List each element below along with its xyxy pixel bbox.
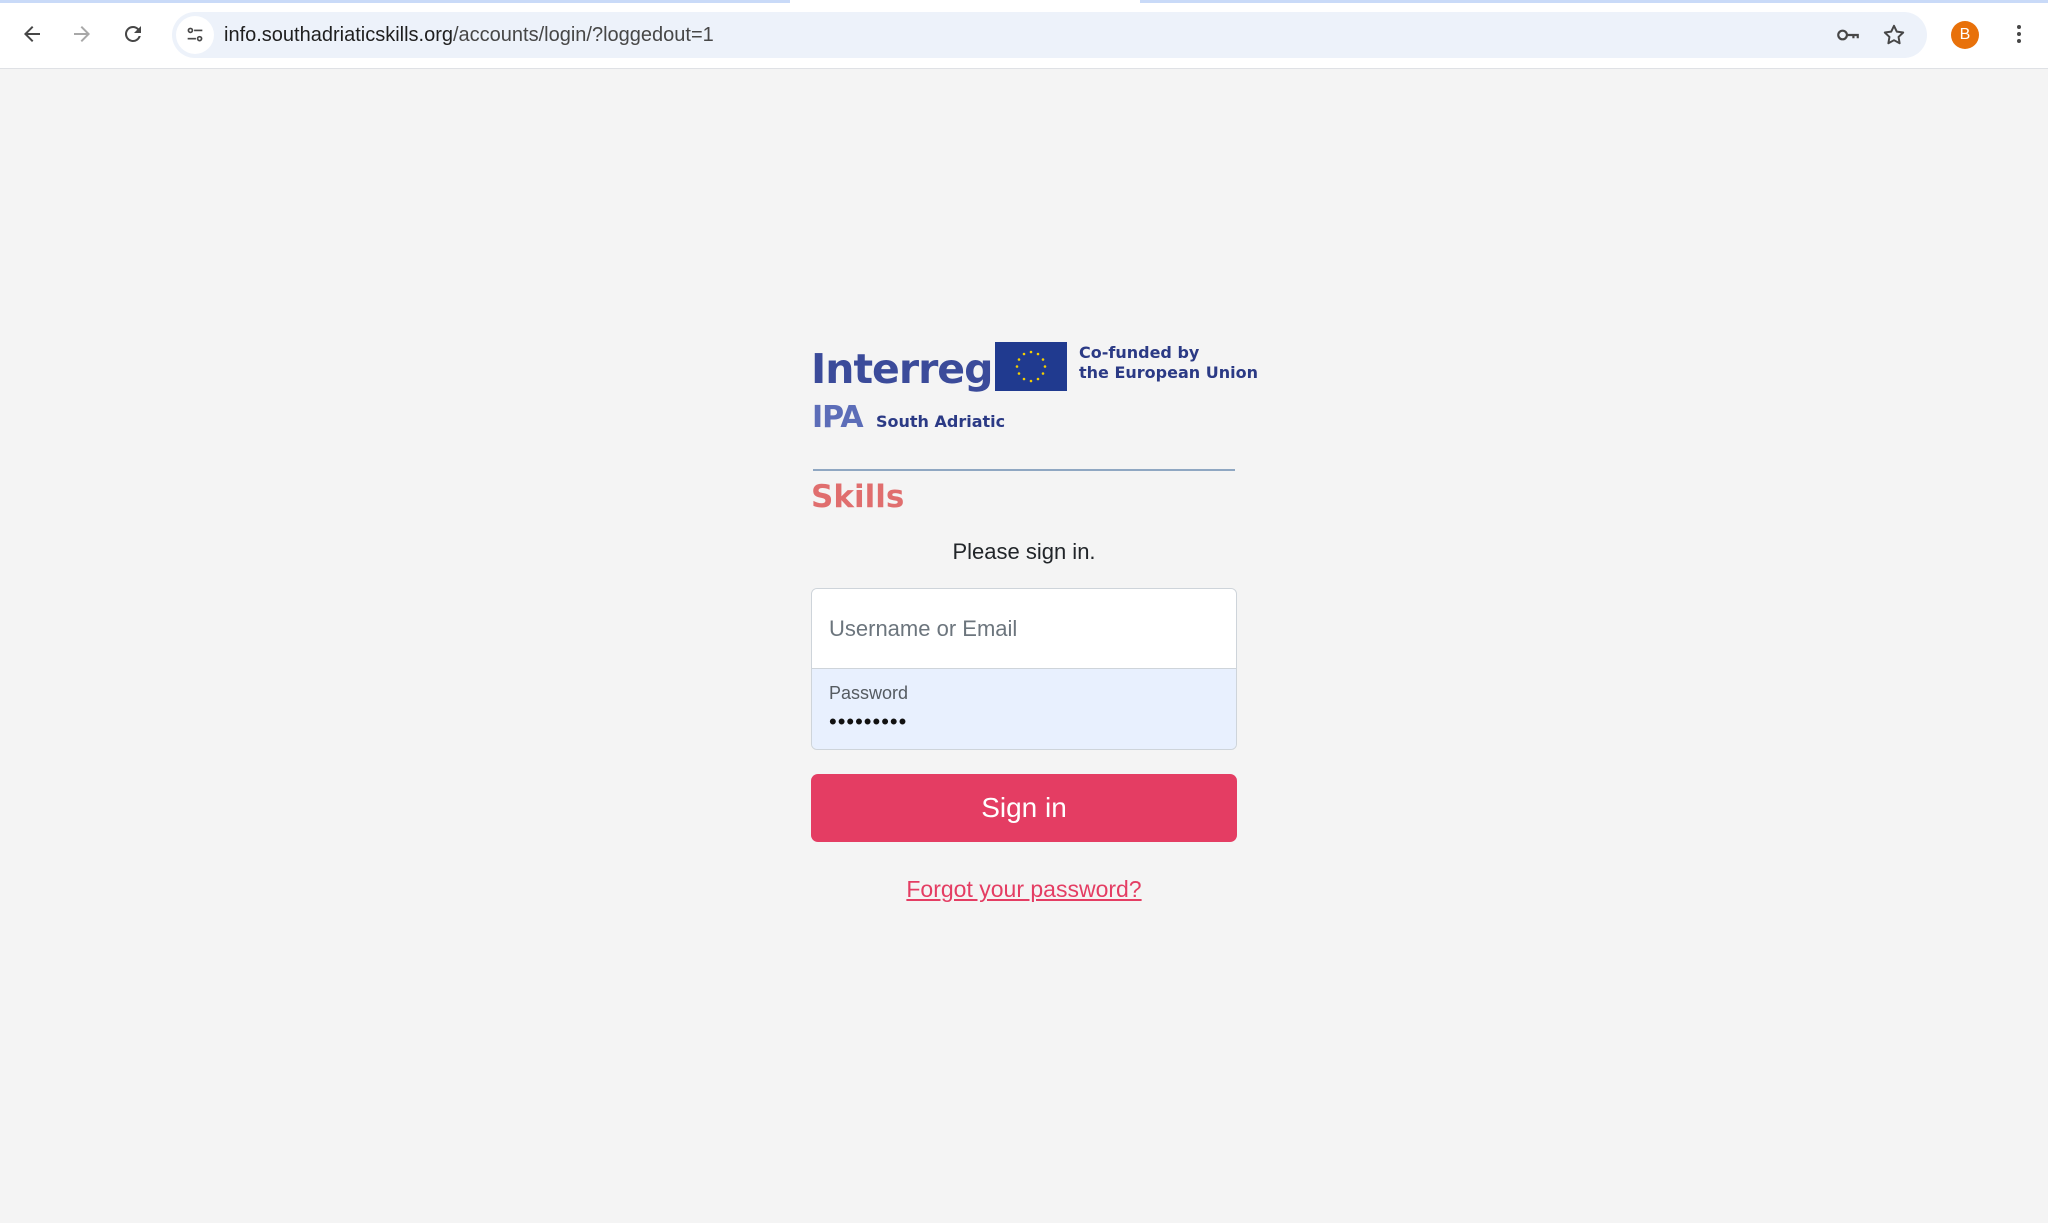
- kebab-menu-icon: [2017, 25, 2021, 43]
- url-host: info.southadriaticskills.org: [224, 24, 453, 46]
- star-icon: [1883, 24, 1905, 45]
- sign-in-button[interactable]: Sign in: [811, 774, 1237, 842]
- browser-toolbar: info.southadriaticskills.org/accounts/lo…: [0, 0, 2048, 69]
- username-field-wrapper: [812, 589, 1236, 669]
- password-manager-button[interactable]: [1831, 18, 1865, 52]
- logo-region: South Adriatic: [876, 412, 1006, 431]
- password-input[interactable]: •••••••••: [829, 709, 907, 735]
- site-info-button[interactable]: [176, 16, 214, 54]
- url-path: /accounts/login/?loggedout=1: [453, 24, 714, 46]
- profile-avatar[interactable]: B: [1951, 21, 1979, 49]
- key-icon: [1837, 29, 1859, 41]
- logo-skills: Skills: [811, 479, 905, 515]
- site-settings-icon: [187, 27, 203, 42]
- password-label: Password: [829, 683, 909, 703]
- logo-ipa: IPA: [812, 400, 864, 435]
- forward-arrow-icon: [74, 26, 90, 42]
- username-input[interactable]: [812, 589, 1236, 668]
- forward-button[interactable]: [62, 14, 102, 54]
- back-button[interactable]: [12, 14, 52, 54]
- cofund-text: Co-funded by the European Union: [1079, 343, 1258, 383]
- tab-strip-edge: [0, 0, 2048, 3]
- eu-flag-icon: [995, 342, 1067, 391]
- logo-divider: [813, 469, 1235, 471]
- browser-menu-button[interactable]: [2001, 16, 2037, 52]
- active-tab-edge: [790, 0, 1140, 3]
- page-body: Interreg Co-funded by the European Union…: [0, 69, 2048, 1223]
- program-logo: Interreg Co-funded by the European Union…: [811, 342, 1258, 541]
- password-field-wrapper[interactable]: Password •••••••••: [812, 669, 1236, 749]
- forgot-password-link[interactable]: Forgot your password?: [811, 876, 1237, 903]
- url-text[interactable]: info.southadriaticskills.org/accounts/lo…: [224, 12, 714, 58]
- login-panel: Interreg Co-funded by the European Union…: [811, 342, 1258, 903]
- bookmark-button[interactable]: [1877, 18, 1911, 52]
- reload-icon: [124, 25, 141, 42]
- cofund-line-1: Co-funded by: [1079, 343, 1200, 362]
- credentials-group: Password •••••••••: [811, 588, 1237, 750]
- back-arrow-icon: [24, 26, 40, 42]
- cofund-line-2: the European Union: [1079, 363, 1258, 382]
- reload-button[interactable]: [113, 14, 153, 54]
- logo-interreg: Interreg: [811, 345, 993, 393]
- address-bar[interactable]: info.southadriaticskills.org/accounts/lo…: [172, 12, 1927, 58]
